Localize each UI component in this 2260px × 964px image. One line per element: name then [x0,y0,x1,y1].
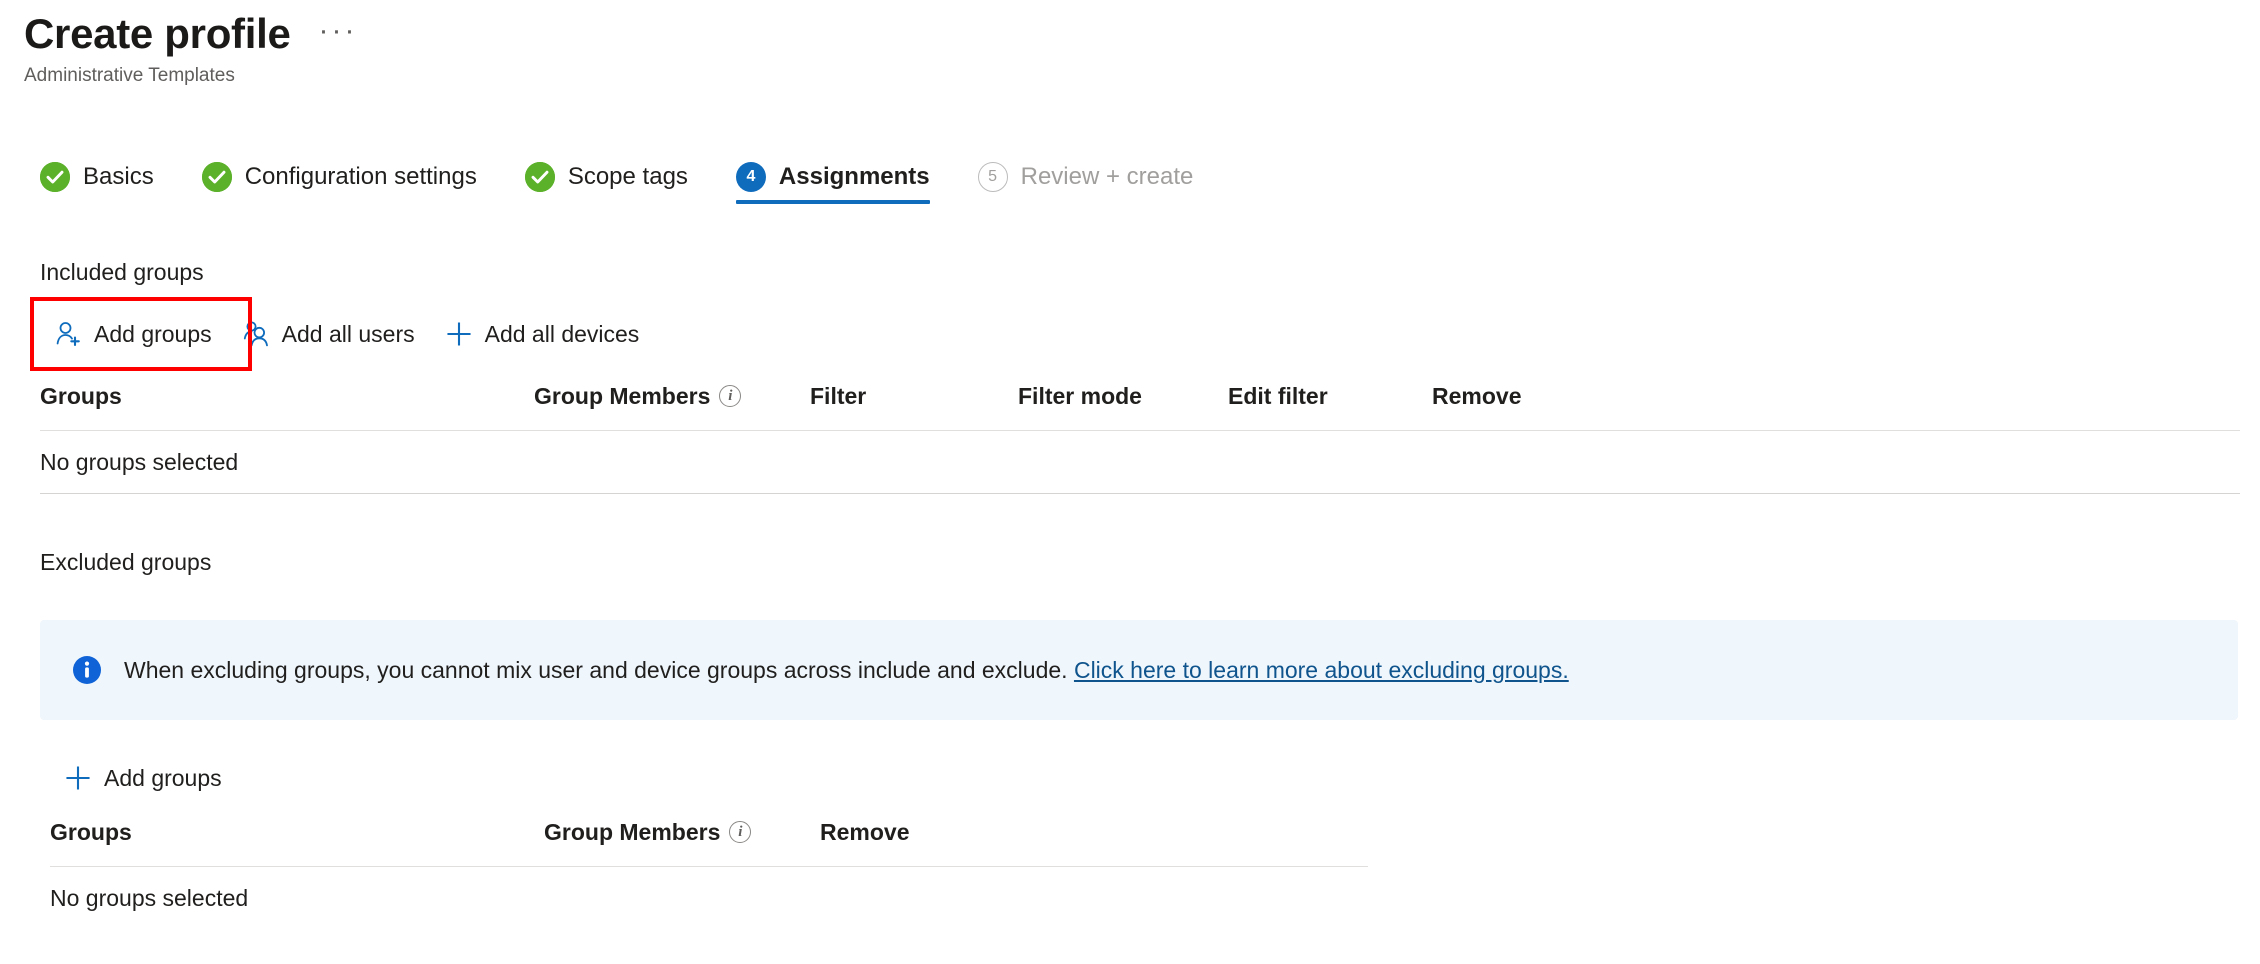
info-icon[interactable]: i [719,385,741,407]
wizard-step-configuration-settings[interactable]: Configuration settings [202,162,503,204]
included-groups-heading: Included groups [40,258,204,286]
wizard-step-basics[interactable]: Basics [40,162,180,204]
wizard-step-label: Configuration settings [245,162,477,192]
column-header-remove: Remove [820,818,909,846]
plus-icon [64,764,92,792]
no-groups-selected-text: No groups selected [40,448,238,476]
overflow-menu-icon[interactable]: ··· [313,8,364,60]
wizard-step-review-create[interactable]: 5 Review + create [978,162,1220,204]
add-groups-button-label: Add groups [94,320,212,348]
person-add-icon [54,320,82,348]
column-header-edit-filter: Edit filter [1228,382,1328,410]
table-header-row: Groups Group Members i Remove [50,818,1368,866]
wizard-step-label: Assignments [779,162,930,192]
wizard-step-assignments[interactable]: 4 Assignments [736,162,956,204]
excluded-groups-heading: Excluded groups [40,548,211,576]
excluded-add-groups-button-label: Add groups [104,764,222,792]
people-icon [242,320,270,348]
excluded-groups-command-bar: Add groups [50,750,238,806]
info-icon[interactable]: i [729,821,751,843]
excluded-groups-info-banner: When excluding groups, you cannot mix us… [40,620,2238,720]
check-icon [202,162,232,192]
column-header-groups: Groups [50,818,132,846]
wizard-step-label: Scope tags [568,162,688,192]
banner-text: When excluding groups, you cannot mix us… [124,655,1569,685]
add-all-users-button-label: Add all users [282,320,415,348]
excluded-groups-table: Groups Group Members i Remove No groups … [50,818,1368,929]
column-header-groups: Groups [40,382,122,410]
included-groups-command-bar: Add groups Add all users Add all devices [40,300,655,368]
column-header-remove: Remove [1432,382,1521,410]
banner-message: When excluding groups, you cannot mix us… [124,657,1068,683]
add-all-users-button[interactable]: Add all users [228,310,431,358]
wizard-step-label: Review + create [1021,162,1194,192]
add-all-devices-button-label: Add all devices [485,320,640,348]
excluded-add-groups-button[interactable]: Add groups [50,754,238,802]
wizard-step-label: Basics [83,162,154,192]
table-empty-row: No groups selected [50,867,1368,929]
add-all-devices-button[interactable]: Add all devices [431,310,656,358]
column-header-group-members: Group Members i [544,818,751,846]
page-subtitle: Administrative Templates [24,64,364,88]
check-icon [525,162,555,192]
step-underline [736,200,930,204]
step-number-badge: 4 [736,162,766,192]
table-bottom-divider [40,493,2240,494]
no-groups-selected-text: No groups selected [50,884,248,912]
page-header: Create profile ··· Administrative Templa… [24,8,364,88]
column-header-group-members: Group Members i [534,382,741,410]
create-profile-page: Create profile ··· Administrative Templa… [0,0,2260,964]
column-header-group-members-label: Group Members [534,382,710,410]
column-header-filter: Filter [810,382,866,410]
table-empty-row: No groups selected [40,431,2240,493]
plus-icon [445,320,473,348]
page-title: Create profile [24,8,291,60]
info-filled-icon [72,655,102,685]
wizard-steps: Basics Configuration settings Scope tags [40,162,1219,204]
included-groups-table: Groups Group Members i Filter Filter mod… [40,382,2240,494]
wizard-step-scope-tags[interactable]: Scope tags [525,162,714,204]
check-icon [40,162,70,192]
title-row: Create profile ··· [24,8,364,60]
add-groups-button[interactable]: Add groups [40,310,228,358]
column-header-group-members-label: Group Members [544,818,720,846]
column-header-filter-mode: Filter mode [1018,382,1142,410]
table-header-row: Groups Group Members i Filter Filter mod… [40,382,2240,430]
step-number-badge: 5 [978,162,1008,192]
learn-more-link[interactable]: Click here to learn more about excluding… [1074,657,1569,683]
